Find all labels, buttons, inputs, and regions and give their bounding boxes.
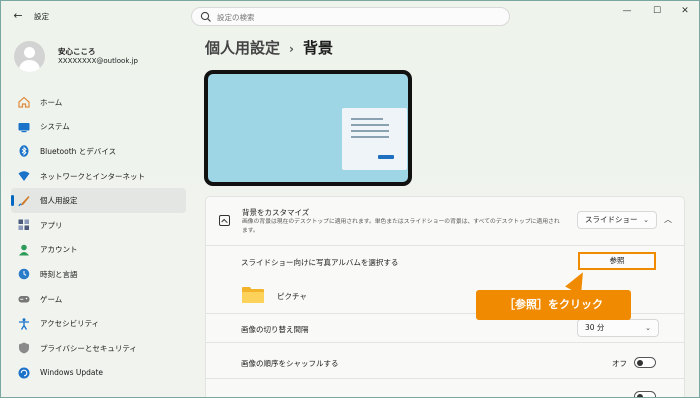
sidebar-item-time-language[interactable]: 時刻と言語 bbox=[11, 262, 186, 287]
interval-label: 画像の切り替え間隔 bbox=[241, 325, 309, 334]
network-icon bbox=[18, 171, 30, 182]
sidebar-item-apps[interactable]: アプリ bbox=[11, 213, 186, 238]
time-language-icon bbox=[18, 269, 30, 280]
home-icon bbox=[18, 96, 30, 108]
app-title: 設定 bbox=[34, 12, 49, 21]
breadcrumb-parent[interactable]: 個人用設定 bbox=[205, 39, 280, 57]
folder-name: ピクチャ bbox=[277, 292, 307, 301]
search-box[interactable] bbox=[191, 7, 510, 26]
preview-window-thumbnail bbox=[342, 108, 407, 170]
customize-title: 背景をカスタマイズ bbox=[242, 208, 310, 217]
browse-button[interactable]: 参照 bbox=[578, 252, 656, 270]
sidebar-item-windows-update[interactable]: Windows Update bbox=[11, 361, 186, 386]
shuffle-toggle[interactable] bbox=[634, 357, 656, 368]
page-title: 背景 bbox=[302, 39, 333, 57]
personalization-icon bbox=[18, 195, 30, 206]
settings-window: ← 設定 — ☐ ✕ 安心こころ XXXXXXXX@outlook.jp ホーム… bbox=[0, 0, 700, 398]
picture-icon bbox=[219, 215, 230, 226]
maximize-button[interactable]: ☐ bbox=[645, 5, 669, 17]
breadcrumb-separator: › bbox=[289, 42, 294, 56]
next-setting-row bbox=[205, 379, 685, 397]
close-button[interactable]: ✕ bbox=[673, 5, 697, 17]
sidebar-item-network[interactable]: ネットワークとインターネット bbox=[11, 164, 186, 189]
title-bar: ← 設定 — ☐ ✕ bbox=[1, 1, 699, 31]
background-preview bbox=[204, 70, 412, 186]
user-name: 安心こころ bbox=[58, 47, 96, 56]
customize-background-card: 背景をカスタマイズ 画像の背景は現在のデスクトップに適用されます。単色またはスラ… bbox=[205, 196, 685, 246]
preview-screen bbox=[208, 74, 408, 182]
windows-update-icon bbox=[18, 367, 30, 379]
shuffle-state: オフ bbox=[612, 359, 627, 368]
system-icon bbox=[18, 122, 30, 133]
sidebar-item-personalization[interactable]: 個人用設定 bbox=[11, 188, 186, 213]
minimize-button[interactable]: — bbox=[615, 5, 639, 17]
customize-description: 画像の背景は現在のデスクトップに適用されます。単色またはスライドショーの背景は、… bbox=[242, 219, 560, 234]
back-arrow-icon[interactable]: ← bbox=[11, 9, 25, 23]
sidebar-item-accounts[interactable]: アカウント bbox=[11, 238, 186, 263]
sidebar-item-gaming[interactable]: ゲーム bbox=[11, 287, 186, 312]
accessibility-icon bbox=[19, 317, 29, 330]
avatar bbox=[14, 41, 45, 72]
account-icon bbox=[19, 244, 29, 256]
instruction-callout: ［参照］をクリック bbox=[476, 290, 631, 320]
sidebar-item-privacy-security[interactable]: プライバシーとセキュリティ bbox=[11, 336, 186, 361]
bluetooth-icon bbox=[19, 145, 29, 158]
search-input[interactable] bbox=[217, 10, 497, 24]
chevron-down-icon: ⌄ bbox=[643, 216, 649, 224]
search-icon bbox=[200, 11, 211, 22]
background-type-value: スライドショー bbox=[585, 215, 638, 224]
sidebar-nav: ホーム システム Bluetooth とデバイス ネットワークとインターネット … bbox=[11, 90, 186, 385]
sidebar-item-accessibility[interactable]: アクセシビリティ bbox=[11, 311, 186, 336]
interval-dropdown[interactable]: 30 分 ⌄ bbox=[577, 319, 659, 337]
shield-icon bbox=[19, 342, 29, 354]
sidebar-item-home[interactable]: ホーム bbox=[11, 90, 186, 115]
chevron-down-icon: ⌄ bbox=[645, 324, 651, 332]
breadcrumb: 個人用設定 › 背景 bbox=[205, 37, 333, 58]
chevron-up-icon[interactable]: ︿ bbox=[661, 213, 675, 227]
sidebar-item-bluetooth[interactable]: Bluetooth とデバイス bbox=[11, 139, 186, 164]
apps-icon bbox=[18, 219, 29, 231]
folder-icon bbox=[242, 287, 264, 303]
shuffle-label: 画像の順序をシャッフルする bbox=[241, 359, 339, 368]
shuffle-row: 画像の順序をシャッフルする オフ bbox=[205, 343, 685, 379]
background-type-dropdown[interactable]: スライドショー ⌄ bbox=[577, 211, 657, 229]
album-label: スライドショー向けに写真アルバムを選択する bbox=[241, 258, 399, 267]
gaming-icon bbox=[18, 296, 30, 303]
interval-value: 30 分 bbox=[585, 323, 605, 332]
sidebar-item-system[interactable]: システム bbox=[11, 115, 186, 140]
user-email: XXXXXXXX@outlook.jp bbox=[58, 57, 139, 65]
next-setting-toggle[interactable] bbox=[634, 391, 656, 397]
